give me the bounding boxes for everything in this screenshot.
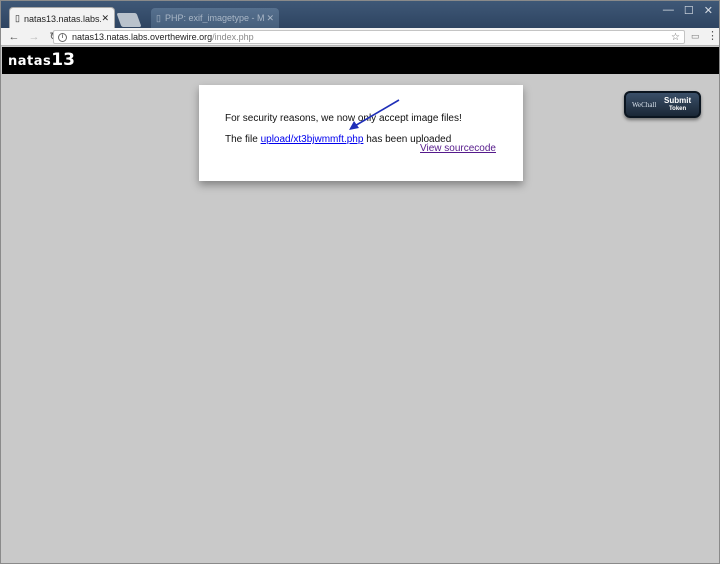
- submit-token-button[interactable]: WeChall Submit Token: [624, 91, 701, 118]
- submit-label: Submit: [664, 95, 692, 105]
- browser-window: ▯ natas13.natas.labs.overt ✕ ▯ PHP: exif…: [0, 0, 720, 564]
- view-sourcecode-link[interactable]: View sourcecode: [420, 143, 496, 154]
- menu-icon[interactable]: ⋮: [707, 29, 718, 43]
- brand-name: natas: [8, 54, 52, 69]
- address-bar[interactable]: i natas13.natas.labs.overthewire.org /in…: [53, 30, 685, 44]
- wechall-logo: WeChall: [632, 100, 657, 109]
- maximize-button[interactable]: ☐: [684, 4, 694, 17]
- token-label: Token: [668, 105, 687, 112]
- url-host: natas13.natas.labs.overthewire.org: [72, 32, 213, 42]
- upload-status-prefix: The file: [225, 134, 261, 145]
- uploaded-file-link[interactable]: upload/xt3bjwmmft.php: [261, 134, 364, 145]
- tab-strip: ▯ natas13.natas.labs.overt ✕ ▯ PHP: exif…: [1, 1, 719, 29]
- back-button[interactable]: ←: [7, 31, 21, 43]
- close-tab-icon[interactable]: ✕: [266, 13, 274, 24]
- info-icon[interactable]: i: [58, 32, 67, 42]
- bookmark-star-icon[interactable]: ☆: [671, 32, 680, 43]
- tab-natas13[interactable]: ▯ natas13.natas.labs.overt ✕: [9, 7, 115, 29]
- minimize-button[interactable]: —: [663, 4, 674, 17]
- tab-title: PHP: exif_imagetype - M: [164, 13, 265, 23]
- url-path: /index.php: [212, 32, 254, 42]
- page-icon: ▯: [156, 12, 161, 23]
- page-header: natas 13: [2, 47, 719, 74]
- level-number: 13: [51, 50, 75, 70]
- tab-php-exif[interactable]: ▯ PHP: exif_imagetype - M ✕: [151, 8, 279, 28]
- new-tab-button[interactable]: [116, 13, 142, 27]
- close-tab-icon[interactable]: ✕: [101, 13, 109, 24]
- page-icon: ▯: [15, 13, 20, 23]
- window-controls: — ☐ ✕: [663, 4, 713, 17]
- close-window-button[interactable]: ✕: [704, 4, 713, 17]
- extension-icon[interactable]: ▭: [691, 31, 700, 42]
- browser-toolbar: ← → ↻ i natas13.natas.labs.overthewire.o…: [1, 28, 719, 46]
- forward-button[interactable]: →: [27, 31, 41, 43]
- submit-token-label: Submit Token: [664, 95, 692, 113]
- tab-title: natas13.natas.labs.overt: [23, 13, 102, 24]
- annotation-arrow-icon: [349, 99, 400, 130]
